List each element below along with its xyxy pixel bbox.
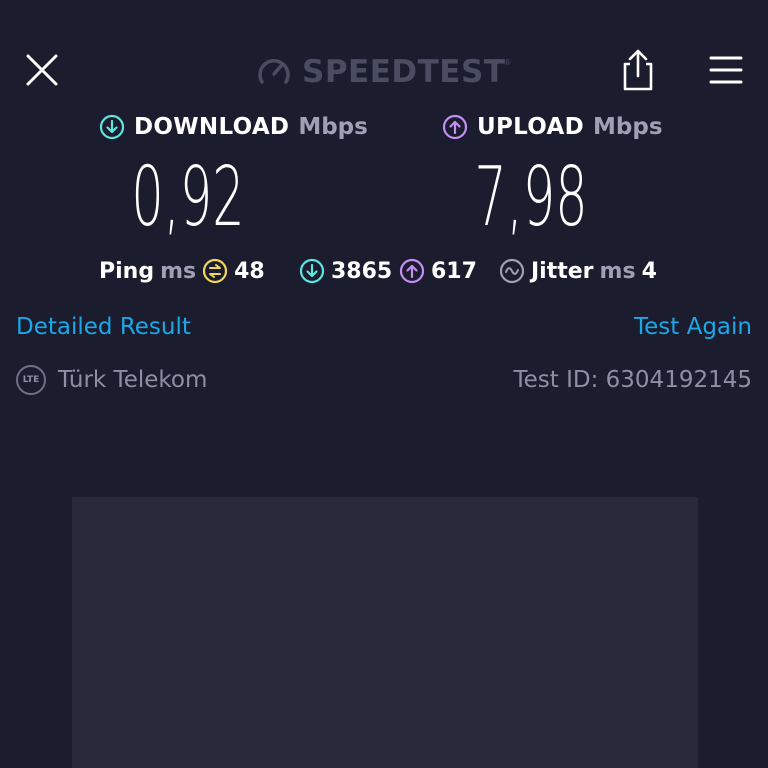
- trademark-symbol: ®: [503, 58, 512, 67]
- lte-network-icon: LTE: [16, 365, 46, 395]
- detailed-result-link[interactable]: Detailed Result: [16, 314, 191, 340]
- brand-name: SPEEDTEST: [302, 54, 506, 90]
- download-label: DOWNLOAD: [134, 114, 290, 140]
- provider-info: LTE Türk Telekom: [16, 362, 207, 398]
- jitter-label: Jitter: [531, 258, 594, 284]
- download-unit: Mbps: [298, 114, 368, 140]
- hamburger-menu-icon: [709, 56, 743, 84]
- ping-unit: ms: [160, 258, 197, 284]
- speedtest-result-screen: SPEEDTEST ® DOWNLOAD Mbps UPLOAD Mbps 0,…: [0, 0, 768, 768]
- provider-name: Türk Telekom: [58, 367, 208, 393]
- latency-stats-row: Ping ms 48 3865 617 Jitter ms 4: [0, 254, 768, 288]
- jitter-stat: Jitter ms 4: [499, 254, 657, 288]
- test-again-link[interactable]: Test Again: [634, 314, 752, 340]
- upload-unit: Mbps: [593, 114, 663, 140]
- speedtest-logo: SPEEDTEST ®: [256, 52, 511, 92]
- share-icon: [623, 49, 653, 91]
- upload-header: UPLOAD Mbps: [442, 114, 663, 140]
- upload-latency-value: 617: [431, 258, 477, 284]
- jitter-value: 4: [641, 258, 657, 284]
- ping-icon: [203, 258, 228, 284]
- jitter-unit: ms: [599, 258, 636, 284]
- close-button[interactable]: [22, 50, 62, 90]
- speedometer-icon: [258, 59, 290, 84]
- download-header: DOWNLOAD Mbps: [99, 114, 368, 140]
- upload-arrow-icon: [442, 114, 468, 140]
- download-arrow-icon: [99, 114, 125, 140]
- upload-latency-icon: [399, 258, 425, 284]
- ping-stat: Ping ms 48: [99, 254, 265, 288]
- download-latency-stat: 3865: [299, 254, 392, 288]
- download-latency-value: 3865: [331, 258, 393, 284]
- download-latency-icon: [299, 258, 325, 284]
- upload-speed-value: 7,98: [474, 150, 588, 245]
- jitter-wave-icon: [499, 258, 525, 284]
- test-id: Test ID: 6304192145: [513, 367, 753, 393]
- close-icon: [26, 54, 58, 86]
- menu-button[interactable]: [706, 52, 746, 88]
- ping-label: Ping: [99, 258, 155, 284]
- upload-latency-stat: 617: [399, 254, 477, 288]
- download-speed-value: 0,92: [131, 150, 245, 245]
- share-button[interactable]: [618, 48, 658, 92]
- ping-value: 48: [234, 258, 265, 284]
- upload-label: UPLOAD: [477, 114, 584, 140]
- ad-placeholder: [72, 497, 698, 768]
